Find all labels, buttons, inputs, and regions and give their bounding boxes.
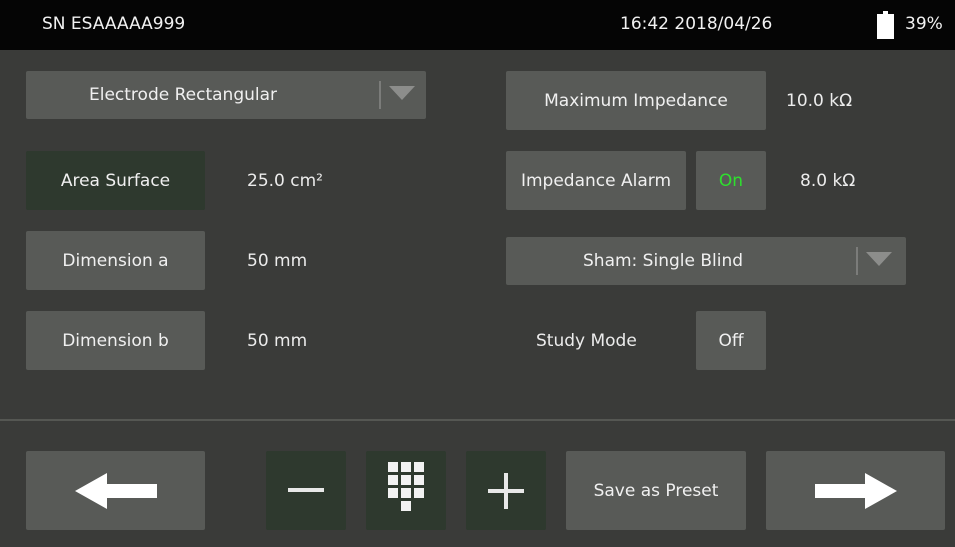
- electrode-type-value: Electrode Rectangular: [89, 85, 278, 105]
- decrement-button[interactable]: [266, 451, 346, 530]
- battery-icon: [877, 11, 894, 39]
- keypad-button[interactable]: [366, 451, 446, 530]
- dropdown-separator: [379, 81, 381, 109]
- study-mode-toggle[interactable]: Off: [696, 311, 766, 370]
- serial-number: SN ESAAAAA999: [42, 14, 186, 34]
- minus-icon: [288, 487, 324, 492]
- impedance-alarm-value: 8.0 kΩ: [800, 171, 856, 191]
- plus-icon: [488, 472, 524, 509]
- maximum-impedance-button[interactable]: Maximum Impedance: [506, 71, 766, 130]
- dropdown-separator: [856, 247, 858, 275]
- back-button[interactable]: [26, 451, 205, 530]
- dimension-a-button[interactable]: Dimension a: [26, 231, 205, 290]
- footer-divider: [0, 419, 955, 421]
- sham-mode-value: Sham: Single Blind: [583, 251, 744, 271]
- area-surface-button[interactable]: Area Surface: [26, 151, 205, 210]
- battery-percent: 39%: [905, 14, 943, 34]
- dimension-a-value: 50 mm: [247, 251, 308, 271]
- next-button[interactable]: [766, 451, 945, 530]
- dimension-b-value: 50 mm: [247, 331, 308, 351]
- chevron-down-icon: [389, 86, 415, 100]
- status-bar: SN ESAAAAA999 16:42 2018/04/26 39%: [0, 0, 955, 50]
- sham-mode-dropdown[interactable]: Sham: Single Blind: [506, 237, 906, 285]
- area-surface-value: 25.0 cm²: [247, 171, 323, 191]
- arrow-left-icon: [74, 472, 157, 509]
- electrode-type-dropdown[interactable]: Electrode Rectangular: [26, 71, 426, 119]
- study-mode-label: Study Mode: [536, 331, 637, 351]
- impedance-alarm-toggle[interactable]: On: [696, 151, 766, 210]
- impedance-alarm-button[interactable]: Impedance Alarm: [506, 151, 686, 210]
- maximum-impedance-value: 10.0 kΩ: [786, 91, 853, 111]
- clock-datetime: 16:42 2018/04/26: [620, 14, 773, 34]
- increment-button[interactable]: [466, 451, 546, 530]
- dimension-b-button[interactable]: Dimension b: [26, 311, 205, 370]
- chevron-down-icon: [866, 252, 892, 266]
- keypad-icon: [388, 461, 424, 511]
- arrow-right-icon: [814, 472, 897, 509]
- save-as-preset-button[interactable]: Save as Preset: [566, 451, 746, 530]
